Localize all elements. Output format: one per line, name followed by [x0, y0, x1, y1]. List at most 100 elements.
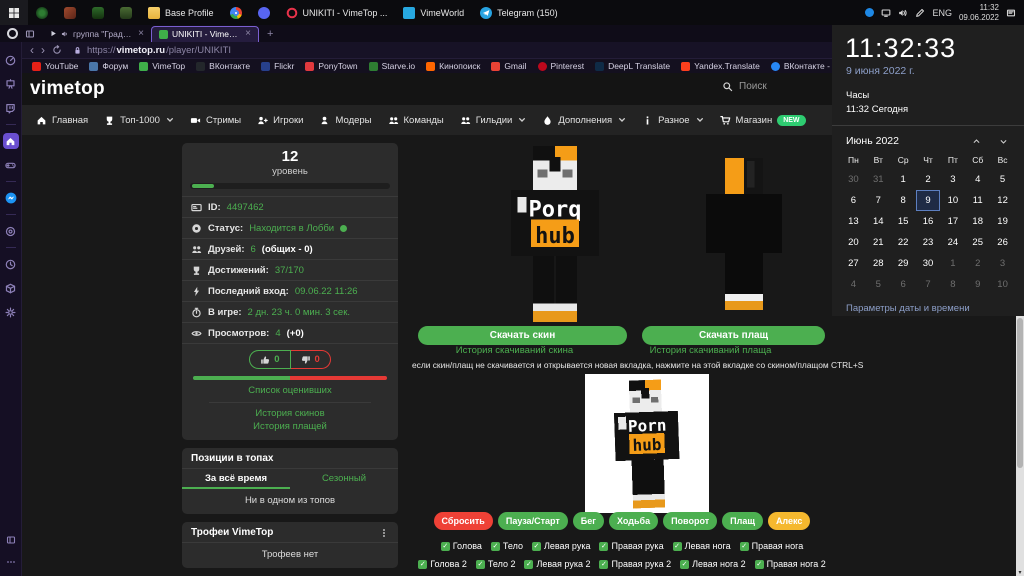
part-toggle[interactable]: Левая нога 2 [680, 559, 746, 569]
part-toggle[interactable]: Голова 2 [418, 559, 467, 569]
chevron-down-icon[interactable] [999, 137, 1008, 146]
gauge-icon[interactable] [3, 52, 19, 68]
nav-item-guilds[interactable]: Гильдии [452, 105, 535, 135]
bookmark-deepl[interactable]: DeepL Translate [595, 61, 670, 71]
calendar-day[interactable]: 28 [866, 253, 891, 274]
address-field[interactable]: https:// vimetop.ru /player/UNIKITI [73, 45, 231, 56]
bookmark-yandex-translate[interactable]: Yandex.Translate [681, 61, 760, 71]
control-alex-button[interactable]: Алекс [767, 512, 811, 530]
like-button[interactable]: 0 [249, 350, 291, 369]
calendar-day[interactable]: 5 [866, 274, 891, 295]
part-toggle[interactable]: Левая рука 2 [524, 559, 590, 569]
control-cape-button[interactable]: Плащ [722, 512, 763, 530]
calendar-day[interactable]: 2 [916, 169, 941, 190]
site-search[interactable] [722, 81, 811, 92]
calendar-day[interactable]: 8 [940, 274, 965, 295]
easel-icon[interactable] [3, 76, 19, 92]
calendar-month[interactable]: Июнь 2022 [846, 135, 954, 147]
checkbox-checked-icon[interactable] [599, 541, 609, 551]
clock-date[interactable]: 9 июня 2022 г. [846, 65, 1024, 77]
bookmark-gmail[interactable]: Gmail [491, 61, 527, 71]
gamepad-icon[interactable] [3, 157, 19, 173]
messenger-icon[interactable] [3, 190, 19, 206]
taskbar-app-chrome[interactable] [222, 0, 250, 25]
calendar-day[interactable]: 27 [841, 253, 866, 274]
calendar-day[interactable]: 6 [841, 190, 866, 211]
nav-item-teams[interactable]: Команды [380, 105, 452, 135]
taskbar-app-start[interactable] [0, 0, 28, 25]
checkbox-checked-icon[interactable] [754, 559, 764, 569]
nav-item-home[interactable]: Главная [28, 105, 96, 135]
checkbox-checked-icon[interactable] [418, 559, 428, 569]
site-logo[interactable]: vimetop [30, 78, 105, 100]
back-button[interactable] [30, 44, 34, 56]
taskbar-app-base-profile[interactable]: Base Profile [140, 0, 222, 25]
more-icon[interactable] [3, 554, 19, 570]
calendar-day[interactable]: 10 [940, 190, 965, 211]
gear-icon[interactable] [3, 304, 19, 320]
sidebar-setup-icon[interactable] [25, 29, 35, 39]
taskbar-app-paint[interactable] [56, 0, 84, 25]
close-tab-icon[interactable] [138, 29, 144, 39]
download-skin-button[interactable]: Скачать скин [418, 326, 627, 345]
nav-item-shop[interactable]: Магазин NEW [712, 105, 814, 135]
control-walk-button[interactable]: Ходьба [609, 512, 659, 530]
calendar-day[interactable]: 19 [990, 211, 1015, 232]
forward-button[interactable] [41, 44, 45, 56]
cape-history-link[interactable]: История плащей [191, 421, 389, 433]
page-scrollbar[interactable] [1016, 316, 1024, 576]
checkbox-checked-icon[interactable] [672, 541, 682, 551]
calendar-day[interactable]: 14 [866, 211, 891, 232]
nav-item-players[interactable]: Игроки [249, 105, 311, 135]
pen-icon[interactable] [915, 8, 925, 18]
control-run-button[interactable]: Бег [572, 512, 604, 530]
calendar-day[interactable]: 23 [916, 232, 941, 253]
tab-vimetop[interactable]: UNIKITI - VimeTop [151, 25, 259, 42]
house-icon[interactable] [2, 133, 19, 149]
scroll-down-arrow-icon[interactable] [1016, 569, 1024, 576]
checkbox-checked-icon[interactable] [490, 541, 500, 551]
taskbar-app-vimeworld[interactable]: VimeWorld [395, 0, 472, 25]
calendar-day[interactable]: 30 [916, 253, 941, 274]
calendar-day[interactable]: 10 [990, 274, 1015, 295]
part-toggle[interactable]: Левая рука [531, 541, 590, 551]
calendar-day[interactable]: 13 [841, 211, 866, 232]
search-input[interactable] [739, 81, 811, 92]
bookmark-pinterest[interactable]: Pinterest [537, 61, 584, 71]
action-center-icon[interactable] [1006, 8, 1016, 18]
skin-history-link[interactable]: История скинов [191, 408, 389, 420]
part-toggle[interactable]: Тело [490, 541, 523, 551]
part-toggle[interactable]: Левая нога [672, 541, 731, 551]
download-cape-button[interactable]: Скачать плащ [642, 326, 825, 345]
clock-icon[interactable] [3, 256, 19, 272]
control-rotate-button[interactable]: Поворот [663, 512, 718, 530]
part-toggle[interactable]: Правая рука [599, 541, 664, 551]
tab-alltime[interactable]: За всё время [182, 469, 290, 489]
calendar-day[interactable]: 24 [940, 232, 965, 253]
calendar-day[interactable]: 15 [891, 211, 916, 232]
control-pause-start-button[interactable]: Пауза/Старт [497, 512, 568, 530]
taskbar-app-discord[interactable] [250, 0, 278, 25]
tab-seasonal[interactable]: Сезонный [290, 469, 398, 489]
part-toggle[interactable]: Правая нога [739, 541, 803, 551]
nav-item-moders[interactable]: Модеры [311, 105, 379, 135]
calendar-day[interactable]: 5 [990, 169, 1015, 190]
bookmark-forum[interactable]: Форум [89, 61, 128, 71]
calendar-day[interactable]: 2 [965, 253, 990, 274]
nav-item-top-1000[interactable]: Топ-1000 [96, 105, 182, 135]
part-toggle[interactable]: Правая нога 2 [754, 559, 826, 569]
cube-icon[interactable] [3, 280, 19, 296]
bookmark-youtube[interactable]: YouTube [32, 61, 78, 71]
calendar-day[interactable]: 9 [915, 190, 941, 211]
network-icon[interactable] [881, 8, 891, 18]
nav-item-misc[interactable]: Разное [634, 105, 711, 135]
bookmark-flickr[interactable]: Flickr [261, 61, 294, 71]
raters-link[interactable]: Список оценивших [191, 385, 389, 397]
calendar-day[interactable]: 31 [866, 169, 891, 190]
taskbar-app-telegram[interactable]: Telegram (150) [472, 0, 566, 25]
taskbar-clock[interactable]: 11:32 09.06.2022 [959, 3, 999, 23]
calendar-day[interactable]: 30 [841, 169, 866, 190]
tab-music[interactable]: группа "Градусы" — К [43, 26, 151, 42]
calendar-day[interactable]: 21 [866, 232, 891, 253]
bookmark-vk-black[interactable]: ВКонтакте [196, 61, 250, 71]
